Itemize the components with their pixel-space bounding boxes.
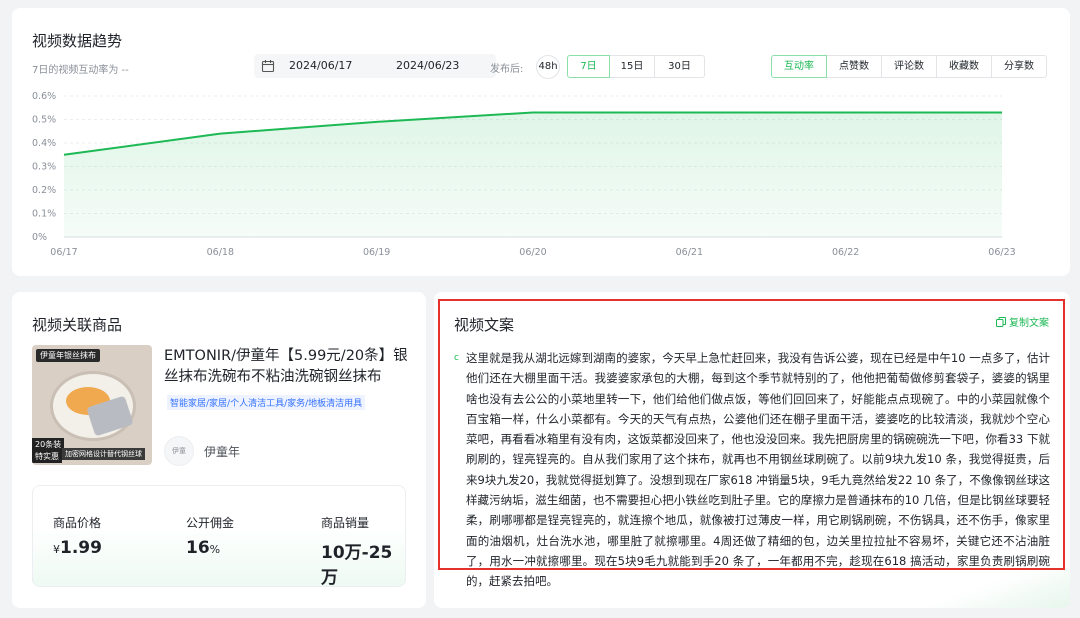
copy-icon: [996, 317, 1006, 327]
copy-bullet: c: [454, 353, 459, 363]
data-point[interactable]: [687, 110, 692, 115]
shop-avatar[interactable]: 伊童: [164, 436, 194, 466]
copy-text-button[interactable]: 复制文案: [996, 314, 1049, 329]
copy-section-title: 视频文案: [454, 316, 515, 334]
product-thumbnail[interactable]: 伊童年银丝抹布 20条装 特实惠 加密网格设计替代钢丝球: [32, 345, 152, 465]
calendar-icon: [261, 60, 275, 73]
y-tick-label: 0.6%: [32, 91, 56, 102]
thumb-badge-deal: 特实惠: [32, 450, 62, 463]
stat-commission-value: 16%: [186, 538, 220, 558]
product-section-title: 视频关联商品: [32, 316, 123, 334]
x-tick-label: 06/19: [363, 247, 390, 258]
x-tick-label: 06/17: [50, 247, 77, 258]
metric-likes-tab[interactable]: 点赞数: [826, 55, 882, 78]
y-tick-label: 0.4%: [32, 138, 56, 149]
trend-chart: 0% 0.1% 0.2% 0.3% 0.4% 0.5% 0.6% 06/17 06/18 06/1…: [32, 91, 1016, 258]
date-start[interactable]: 2024/06/17: [289, 59, 352, 72]
metric-comments-tab[interactable]: 评论数: [881, 55, 937, 78]
date-end[interactable]: 2024/06/23: [396, 59, 459, 72]
range-15d-tab[interactable]: 15日: [609, 55, 655, 78]
range-7d-tab[interactable]: 7日: [567, 55, 610, 78]
stat-commission-label: 公开佣金: [186, 516, 235, 530]
y-tick-label: 0%: [32, 232, 47, 243]
price-number: 1.99: [60, 538, 102, 558]
stat-sales-value: 10万-25万: [321, 543, 393, 588]
metric-interaction-tab[interactable]: 互动率: [771, 55, 827, 78]
trend-card: 视频数据趋势 7日的视频互动率为 -- 2024/06/17 2024/06/2…: [12, 8, 1070, 276]
copy-text: 这里就是我从湖北远嫁到湖南的婆家，今天早上急忙赶回来，我没有告诉公婆，现在已经是…: [466, 351, 1050, 589]
y-tick-label: 0.5%: [32, 115, 56, 126]
data-point[interactable]: [218, 131, 223, 136]
product-stats: 商品价格 ¥1.99 公开佣金 16% 商品销量 10万-25万: [32, 485, 406, 588]
product-card: 视频关联商品 伊童年银丝抹布 20条装 特实惠 加密网格设计替代钢丝球 EMTO…: [12, 292, 426, 608]
product-category: 智能家居/家居/个人清洁工具/家务/地板清洁用具: [167, 395, 366, 410]
data-point[interactable]: [1000, 110, 1005, 115]
date-range-picker[interactable]: 2024/06/17 2024/06/23: [254, 54, 496, 78]
product-name[interactable]: EMTONIR/伊童年【5.99元/20条】银丝抹布洗碗布不粘油洗碗钢丝抹布: [164, 346, 414, 388]
y-tick-label: 0.3%: [32, 162, 56, 173]
trend-subtitle: 7日的视频互动率为 --: [32, 65, 129, 76]
metric-shares-tab[interactable]: 分享数: [991, 55, 1047, 78]
stat-sales-label: 商品销量: [321, 516, 370, 530]
x-tick-label: 06/18: [207, 247, 234, 258]
x-tick-label: 06/21: [676, 247, 703, 258]
x-tick-label: 06/20: [519, 247, 546, 258]
copy-button-label: 复制文案: [1009, 318, 1049, 329]
data-point[interactable]: [843, 110, 848, 115]
y-tick-label: 0.1%: [32, 209, 56, 220]
data-point[interactable]: [531, 110, 536, 115]
x-tick-label: 06/23: [988, 247, 1015, 258]
x-tick-label: 06/22: [832, 247, 859, 258]
publish-48h-button[interactable]: 48h: [536, 55, 560, 79]
commission-unit: %: [209, 543, 221, 556]
shop-name[interactable]: 伊童年: [204, 443, 240, 460]
commission-number: 16: [186, 538, 210, 558]
y-tick-label: 0.2%: [32, 185, 56, 196]
data-point[interactable]: [374, 119, 379, 124]
thumb-badge-desc: 加密网格设计替代钢丝球: [62, 448, 145, 460]
trend-title: 视频数据趋势: [32, 32, 123, 50]
price-currency: ¥: [53, 543, 60, 556]
metric-favorites-tab[interactable]: 收藏数: [936, 55, 992, 78]
thumb-tag: 伊童年银丝抹布: [36, 349, 100, 362]
stat-price-value: ¥1.99: [53, 538, 102, 558]
video-copy-card: 视频文案 复制文案 c 这里就是我从湖北远嫁到湖南的婆家，今天早上急忙赶回来，我…: [434, 292, 1070, 608]
stat-price-label: 商品价格: [53, 516, 102, 530]
data-point[interactable]: [62, 152, 67, 157]
series-area: [64, 112, 1002, 237]
range-30d-tab[interactable]: 30日: [654, 55, 705, 78]
publish-label: 发布后:: [490, 64, 524, 75]
